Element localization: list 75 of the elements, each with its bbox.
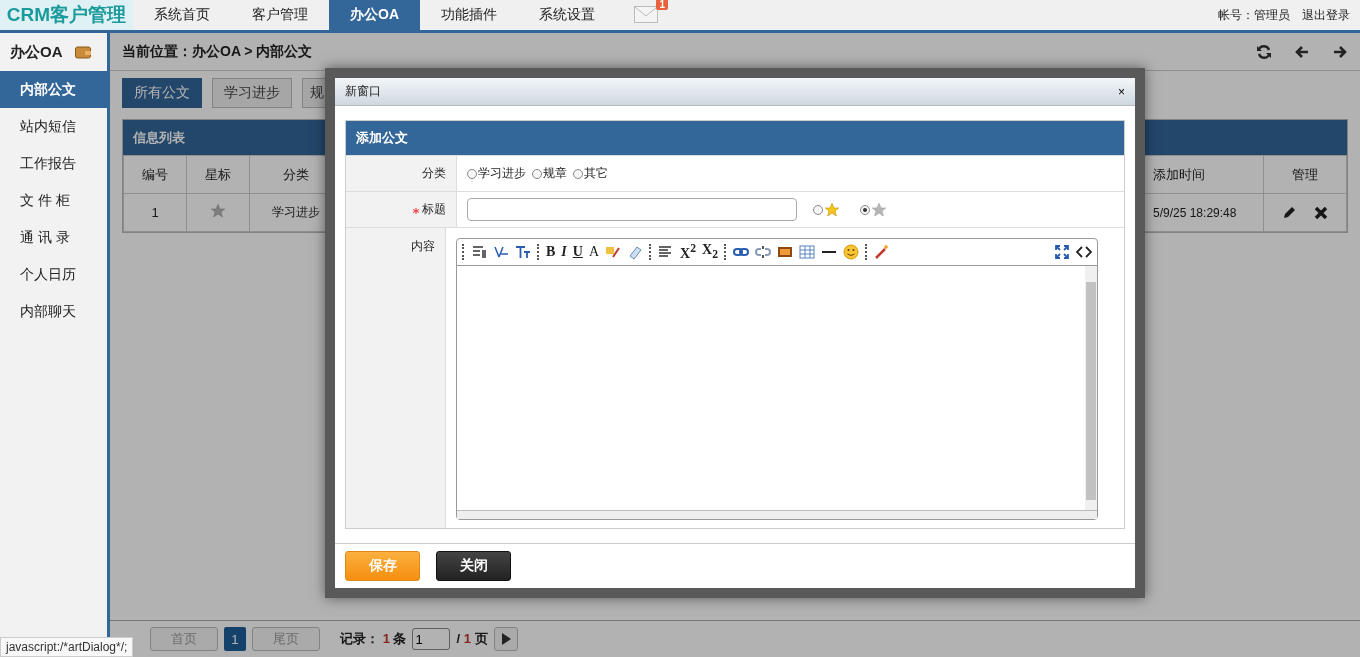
logout-link[interactable]: 退出登录 xyxy=(1302,6,1350,24)
sidebar-item[interactable]: 内部公文 xyxy=(0,71,107,108)
fullscreen-icon[interactable] xyxy=(1054,244,1070,260)
source-code-icon[interactable] xyxy=(1076,244,1092,260)
unlink-icon[interactable] xyxy=(754,244,771,260)
edit-pencil-icon[interactable] xyxy=(1282,206,1296,221)
radio-button[interactable] xyxy=(532,168,542,179)
nav-tab[interactable]: 客户管理 xyxy=(231,0,329,30)
field-label: 内容 xyxy=(411,238,435,255)
page-number-button[interactable]: 1 xyxy=(224,627,246,651)
account-label: 帐号：管理员 xyxy=(1218,6,1290,24)
italic-button[interactable]: I xyxy=(561,245,567,259)
field-label: 分类 xyxy=(422,165,446,182)
column-header: 分类 xyxy=(283,166,309,182)
close-dialog-button[interactable]: 关闭 xyxy=(436,551,511,581)
wallet-icon xyxy=(74,45,91,59)
column-header: 管理 xyxy=(1292,166,1318,182)
records-count: 记录： 1 条 xyxy=(340,630,407,648)
forward-arrow-icon[interactable] xyxy=(1332,43,1348,60)
page-input[interactable]: 1 xyxy=(412,628,451,650)
go-button[interactable] xyxy=(493,627,518,651)
title-input-field[interactable] xyxy=(467,198,797,221)
radio-label: 学习进步 xyxy=(478,165,526,182)
form-header: 添加公文 xyxy=(346,121,1124,155)
sidebar-item[interactable]: 通 讯 录 xyxy=(0,219,107,256)
field-label: 标题 xyxy=(422,201,446,218)
radio-button[interactable] xyxy=(467,168,477,179)
highlight-icon[interactable] xyxy=(605,244,622,260)
radio-button[interactable] xyxy=(573,168,583,179)
magic-wand-icon[interactable] xyxy=(873,244,890,260)
eraser-icon[interactable] xyxy=(627,244,644,260)
delete-icon[interactable] xyxy=(1314,206,1328,221)
table-cell: 学习进步 xyxy=(272,205,320,219)
radio-label: 其它 xyxy=(584,165,608,182)
font-color-button[interactable]: A xyxy=(588,245,600,259)
underline-button[interactable]: U xyxy=(572,245,583,259)
filter-button[interactable]: 所有公文 xyxy=(122,78,202,108)
refresh-icon[interactable] xyxy=(1256,43,1272,60)
back-arrow-icon[interactable] xyxy=(1294,43,1310,60)
column-header: 编号 xyxy=(142,166,168,182)
nav-tab[interactable]: 系统设置 xyxy=(518,0,616,30)
status-link-tooltip: javascript:/*artDialog*/; xyxy=(0,637,134,657)
radio-label: 规章 xyxy=(543,165,567,182)
table-cell: 1 xyxy=(151,205,159,220)
nav-tab[interactable]: 功能插件 xyxy=(420,0,518,30)
table-icon[interactable] xyxy=(798,244,815,260)
image-icon[interactable] xyxy=(776,244,793,260)
table-cell: 5/9/25 18:29:48 xyxy=(1153,205,1237,220)
font-size-icon[interactable] xyxy=(515,244,531,260)
column-header: 添加时间 xyxy=(1153,166,1205,182)
sidebar-item[interactable]: 内部聊天 xyxy=(0,293,107,330)
breadcrumb: 当前位置：办公OA > 内部公文 xyxy=(122,42,313,61)
notification-badge: 1 xyxy=(656,0,668,10)
paragraph-icon[interactable] xyxy=(471,244,487,260)
superscript-button[interactable]: X$^{2}$ xyxy=(680,243,696,261)
bold-button[interactable]: B xyxy=(546,245,556,259)
sidebar-item[interactable]: 文 件 柜 xyxy=(0,182,107,219)
dialog-title: 新窗口 xyxy=(345,83,381,100)
resize-grip[interactable] xyxy=(457,510,1097,519)
app-logo: CRM客户管理 xyxy=(0,0,133,30)
column-header: 星标 xyxy=(205,166,231,182)
nav-tab[interactable]: 办公OA xyxy=(329,0,420,30)
sidebar-item[interactable]: 工作报告 xyxy=(0,145,107,182)
close-button[interactable]: × xyxy=(1118,84,1125,99)
nav-tab[interactable]: 系统首页 xyxy=(133,0,231,30)
radio-button[interactable] xyxy=(813,204,823,215)
play-icon xyxy=(500,633,511,645)
sidebar-item[interactable]: 个人日历 xyxy=(0,256,107,293)
sidebar-title: 办公OA xyxy=(10,42,63,62)
subscript-button[interactable]: X$_{2}$ xyxy=(702,243,718,261)
filter-button[interactable]: 学习进步 xyxy=(212,78,292,108)
sidebar-item[interactable]: 站内短信 xyxy=(0,108,107,145)
total-pages: / 1 页 xyxy=(456,630,488,648)
smiley-icon[interactable] xyxy=(842,244,859,260)
radio-button[interactable] xyxy=(860,204,870,215)
